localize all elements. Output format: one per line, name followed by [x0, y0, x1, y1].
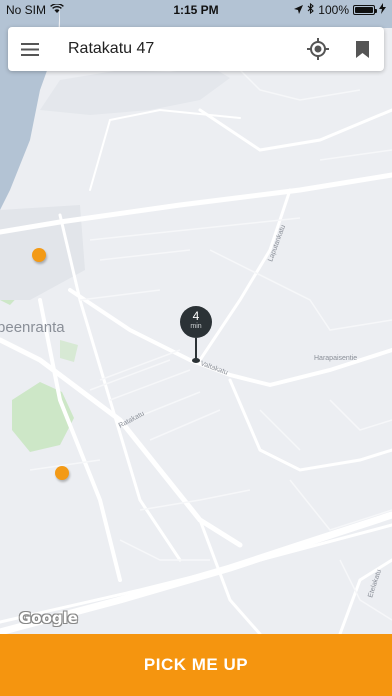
bookmark-icon	[355, 40, 369, 58]
eta-unit: min	[190, 323, 202, 330]
address-search-bar[interactable]: Ratakatu 47	[8, 27, 384, 71]
hamburger-menu-icon	[21, 42, 39, 56]
status-bar: No SIM 1:15 PM 100%	[0, 0, 392, 20]
map-label-street-harapaisentie: Harapaisentie	[314, 355, 357, 362]
bluetooth-icon	[307, 2, 315, 17]
pick-me-up-button[interactable]: PICK ME UP	[0, 634, 392, 696]
battery-fill	[355, 7, 373, 13]
menu-button[interactable]	[8, 27, 52, 71]
google-logo[interactable]: Google	[19, 609, 78, 627]
car-marker[interactable]	[55, 466, 69, 480]
pickup-pin-stem	[195, 338, 197, 360]
pickup-pin-base	[192, 358, 200, 363]
pickup-pin-eta[interactable]: 4 min	[180, 306, 212, 338]
saved-places-button[interactable]	[340, 27, 384, 71]
locate-me-button[interactable]	[296, 27, 340, 71]
charging-bolt-icon	[379, 3, 386, 17]
pickup-address[interactable]: Ratakatu 47	[52, 40, 296, 58]
wifi-icon	[50, 3, 64, 17]
car-marker[interactable]	[32, 248, 46, 262]
battery-icon	[353, 5, 377, 15]
carrier-label: No SIM	[6, 3, 47, 17]
battery-percent: 100%	[318, 3, 349, 17]
eta-value: 4	[192, 309, 200, 323]
location-arrow-icon	[294, 3, 304, 17]
status-right: 100%	[294, 2, 386, 17]
gps-target-icon	[307, 38, 329, 60]
status-left: No SIM	[6, 3, 64, 17]
map-label-city: Lappeenranta	[0, 319, 65, 336]
